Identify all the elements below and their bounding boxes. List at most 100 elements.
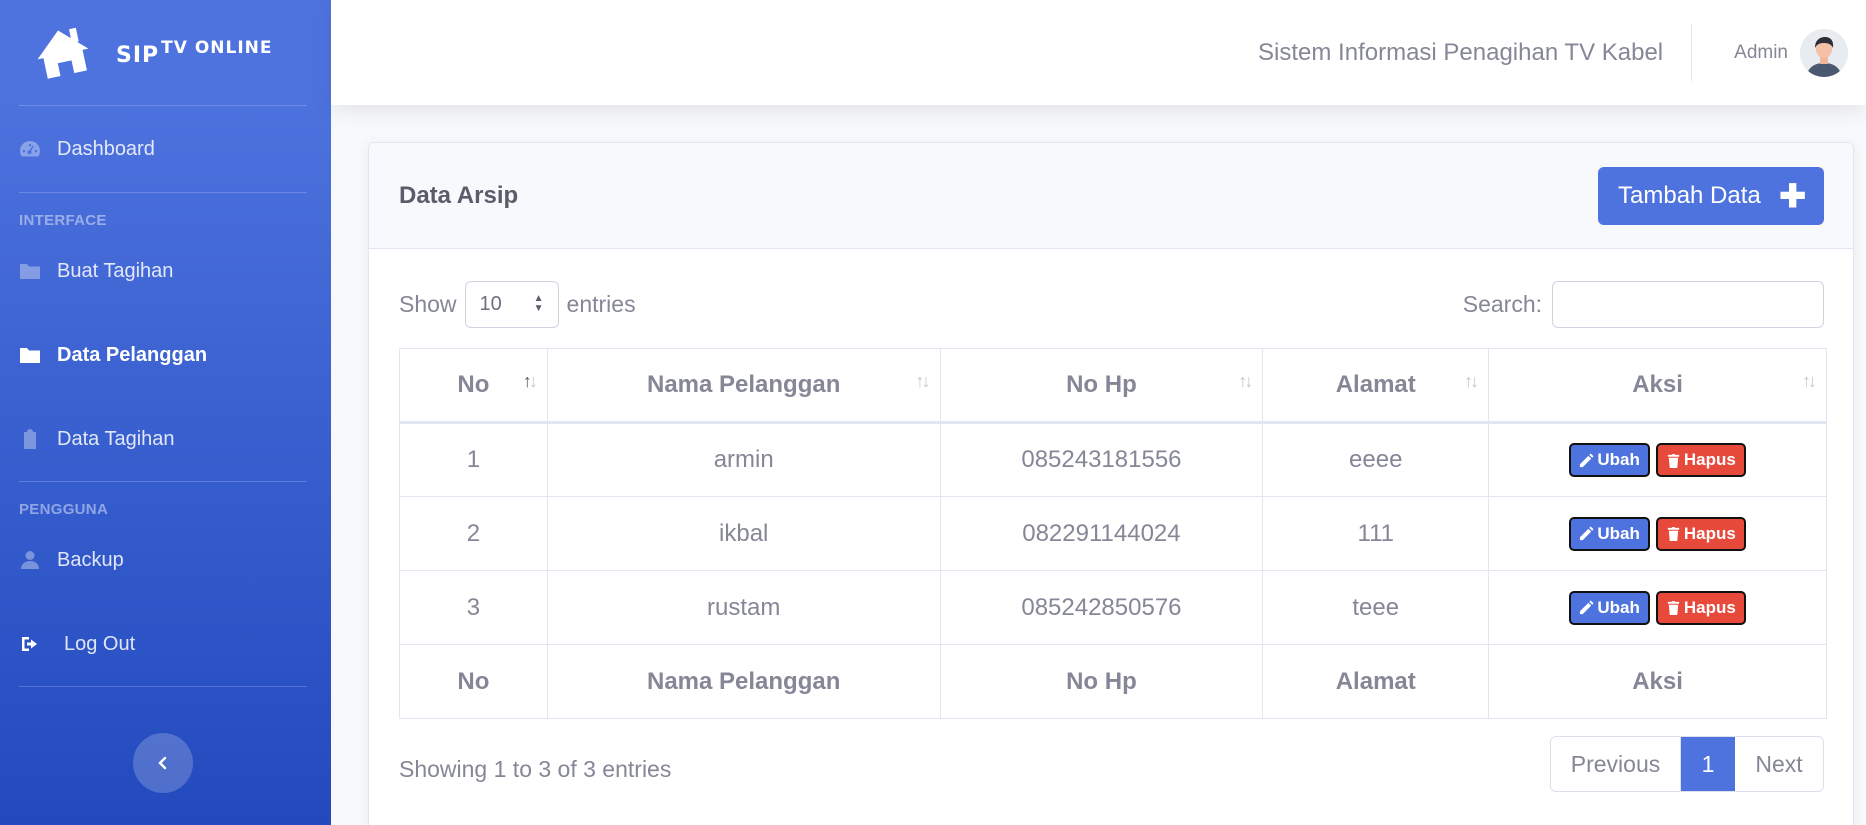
cell-nohp: 085243181556 xyxy=(939,422,1264,497)
entries-length-control: Show 10 ▲ ▼ entries xyxy=(399,280,636,328)
search-input[interactable] xyxy=(1552,280,1824,328)
edit-button[interactable]: Ubah xyxy=(1569,443,1650,477)
cell-nama: armin xyxy=(546,422,941,497)
column-header-nohp[interactable]: No Hp ↑↓ xyxy=(939,348,1264,424)
sidebar-item-label: Log Out xyxy=(64,632,136,655)
data-card: Data Arsip Tambah Data ✚ Show 10 ▲ ▼ entr… xyxy=(368,142,1854,825)
sidebar-item-label: Backup xyxy=(57,548,124,571)
table-row: 1 armin 085243181556 eeee Ubah Hapus xyxy=(399,422,1827,497)
brand-name: SIP TV ONLINE xyxy=(116,37,273,68)
sort-icon: ↑↓ xyxy=(1238,371,1253,391)
cell-aksi: Ubah Hapus xyxy=(1488,570,1827,645)
pencil-icon xyxy=(1580,600,1594,615)
pagination: Previous 1 Next xyxy=(1550,736,1824,792)
sidebar-heading-pengguna: PENGGUNA xyxy=(19,501,109,518)
plus-icon: ✚ xyxy=(1779,177,1806,214)
column-header-no[interactable]: No ↑↓ xyxy=(399,348,548,424)
footer-nama: Nama Pelanggan xyxy=(546,644,941,719)
edit-button[interactable]: Ubah xyxy=(1569,516,1650,551)
sort-icon: ↑↓ xyxy=(1802,371,1817,391)
avatar-image xyxy=(1800,28,1848,77)
sidebar-toggle-button[interactable] xyxy=(133,733,193,793)
footer-no: No xyxy=(399,644,548,719)
trash-icon xyxy=(1667,526,1679,541)
cell-nohp: 085242850576 xyxy=(939,570,1264,645)
entries-select[interactable]: 10 ▲ ▼ xyxy=(464,280,559,328)
clipboard-icon xyxy=(24,429,36,449)
brand[interactable]: SIP TV ONLINE xyxy=(0,0,331,105)
cell-nohp: 082291144024 xyxy=(939,496,1264,571)
sidebar-heading-interface: INTERFACE xyxy=(19,212,107,229)
table-row: 2 ikbal 082291144024 111 Ubah Hapus xyxy=(399,496,1827,571)
previous-page-button[interactable]: Previous xyxy=(1551,737,1681,791)
sidebar: SIP TV ONLINE Dashboard INTERFACE Buat Ta… xyxy=(0,0,331,825)
sort-icon: ↑↓ xyxy=(522,371,538,391)
pencil-icon xyxy=(1580,452,1594,467)
column-header-nama[interactable]: Nama Pelanggan ↑↓ xyxy=(546,348,941,424)
card-header: Data Arsip Tambah Data ✚ xyxy=(369,143,1853,249)
cell-no: 3 xyxy=(399,570,548,645)
brand-sup: TV ONLINE xyxy=(161,37,273,58)
sort-icon: ↑↓ xyxy=(915,371,931,391)
avatar[interactable] xyxy=(1800,28,1848,77)
footer-alamat: Alamat xyxy=(1262,644,1490,719)
sort-icon: ↑↓ xyxy=(1464,371,1479,391)
card-title: Data Arsip xyxy=(399,181,519,209)
folder-icon xyxy=(20,348,40,363)
sidebar-item-data-tagihan[interactable]: Data Tagihan xyxy=(0,397,331,481)
cell-alamat: 111 xyxy=(1262,496,1490,571)
system-title: Sistem Informasi Penagihan TV Kabel xyxy=(1258,38,1664,66)
cell-aksi: Ubah Hapus xyxy=(1488,496,1827,571)
column-header-aksi[interactable]: Aksi ↑↓ xyxy=(1488,348,1827,424)
sign-out-icon xyxy=(22,637,37,651)
table-info: Showing 1 to 3 of 3 entries xyxy=(399,755,672,782)
sidebar-item-logout[interactable]: Log Out xyxy=(0,602,331,686)
sidebar-divider xyxy=(19,686,307,687)
chevron-left-icon xyxy=(158,756,167,770)
table-controls: Show 10 ▲ ▼ entries Search: xyxy=(399,280,1824,328)
delete-button[interactable]: Hapus xyxy=(1655,516,1746,551)
show-label: Show xyxy=(399,290,457,317)
sidebar-item-label: Buat Tagihan xyxy=(57,259,174,282)
sidebar-item-buat-tagihan[interactable]: Buat Tagihan xyxy=(0,229,331,313)
topbar: Sistem Informasi Penagihan TV Kabel Admi… xyxy=(331,0,1866,105)
footer-nohp: No Hp xyxy=(939,644,1264,719)
search-label: Search: xyxy=(1462,290,1542,317)
cell-aksi: Ubah Hapus xyxy=(1488,422,1827,497)
trash-icon xyxy=(1667,600,1679,615)
cell-no: 2 xyxy=(399,496,548,571)
cell-nama: ikbal xyxy=(546,496,941,571)
cell-nama: rustam xyxy=(546,570,941,645)
page-1-button[interactable]: 1 xyxy=(1681,737,1735,791)
data-table: No ↑↓ Nama Pelanggan ↑↓ No Hp ↑↓ Alamat ↑↓ A… xyxy=(399,348,1827,719)
cell-alamat: teee xyxy=(1262,570,1490,645)
sort-arrows-icon: ▲ ▼ xyxy=(533,293,544,314)
sidebar-item-data-pelanggan[interactable]: Data Pelanggan xyxy=(0,313,331,397)
table-footer-row: No Nama Pelanggan No Hp Alamat Aksi xyxy=(399,644,1827,719)
add-data-button[interactable]: Tambah Data ✚ xyxy=(1598,166,1824,225)
delete-button[interactable]: Hapus xyxy=(1655,590,1746,625)
table-row: 3 rustam 085242850576 teee Ubah Hapus xyxy=(399,570,1827,645)
table-footer: Showing 1 to 3 of 3 entries Previous 1 N… xyxy=(399,736,1824,792)
user-icon xyxy=(21,551,39,569)
search-control: Search: xyxy=(1462,280,1824,328)
add-data-label: Tambah Data xyxy=(1618,181,1761,209)
folder-icon xyxy=(20,264,40,279)
column-header-alamat[interactable]: Alamat ↑↓ xyxy=(1262,348,1490,424)
home-icon xyxy=(37,27,89,79)
sidebar-item-label: Data Tagihan xyxy=(57,427,175,450)
edit-button[interactable]: Ubah xyxy=(1569,590,1650,625)
cell-no: 1 xyxy=(399,422,548,497)
footer-aksi: Aksi xyxy=(1488,644,1827,719)
sidebar-item-backup[interactable]: Backup xyxy=(0,518,331,602)
user-name[interactable]: Admin xyxy=(1734,42,1788,64)
entries-label: entries xyxy=(566,290,636,317)
sidebar-item-label: Data Pelanggan xyxy=(57,343,208,366)
next-page-button[interactable]: Next xyxy=(1735,737,1823,791)
entries-select-value: 10 xyxy=(479,292,502,315)
cell-alamat: eeee xyxy=(1262,422,1490,497)
delete-button[interactable]: Hapus xyxy=(1655,443,1746,477)
pencil-icon xyxy=(1580,526,1594,541)
sidebar-item-dashboard[interactable]: Dashboard xyxy=(0,106,331,192)
sidebar-item-label: Dashboard xyxy=(57,137,155,160)
